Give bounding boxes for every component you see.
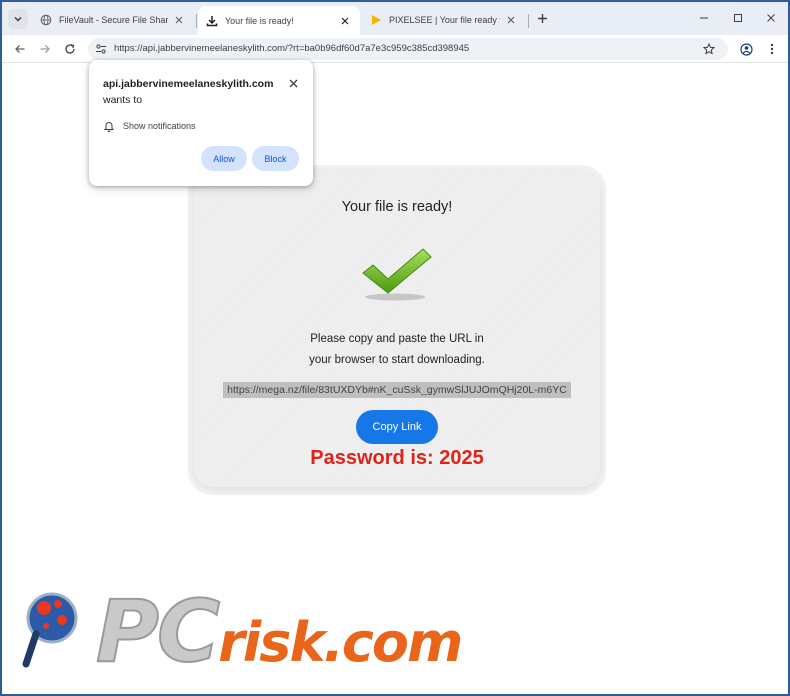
profile-button[interactable] xyxy=(738,41,754,57)
tab-divider xyxy=(528,14,529,28)
tab-your-file-ready[interactable]: Your file is ready! xyxy=(198,6,360,35)
instruction-line: Please copy and paste the URL in xyxy=(310,333,484,345)
address-bar[interactable]: https://api.jabbervinemeelaneskylith.com… xyxy=(88,38,728,60)
forward-button[interactable] xyxy=(37,41,53,57)
tab-close-icon[interactable] xyxy=(338,14,352,28)
tab-strip: FileVault - Secure File Sharing Your fil… xyxy=(2,2,788,35)
chevron-down-icon xyxy=(14,16,22,22)
reload-button[interactable] xyxy=(62,41,78,57)
arrow-right-icon xyxy=(40,45,50,53)
tab-divider xyxy=(196,14,197,28)
download-url-text[interactable]: https://mega.nz/file/83tUXDYb#nK_cuSsk_g… xyxy=(223,382,571,398)
menu-button[interactable] xyxy=(764,41,780,57)
close-icon xyxy=(767,14,775,22)
block-button[interactable]: Block xyxy=(252,146,299,171)
permission-host-name: api.jabbervinemeelaneskylith.com xyxy=(103,78,274,90)
minimize-icon xyxy=(700,17,708,19)
tab-close-icon[interactable] xyxy=(172,13,186,27)
tab-pixelsee[interactable]: PIXELSEE | Your file ready to dow xyxy=(362,7,526,33)
download-icon xyxy=(206,15,218,26)
bell-icon xyxy=(103,122,115,132)
permission-host: api.jabbervinemeelaneskylith.com wants t… xyxy=(103,76,283,108)
minimize-button[interactable] xyxy=(696,10,712,26)
instruction-line: your browser to start downloading. xyxy=(309,354,485,366)
star-icon xyxy=(703,43,715,55)
permission-request-label: Show notifications xyxy=(123,121,196,131)
popup-close-button[interactable] xyxy=(286,76,300,90)
tab-search-button[interactable] xyxy=(8,9,28,29)
globe-icon xyxy=(40,14,52,26)
magnifier-logo-icon xyxy=(22,592,78,668)
more-vert-icon xyxy=(770,43,774,55)
arrow-left-icon xyxy=(15,45,25,53)
permission-request-row: Show notifications xyxy=(103,120,196,132)
page-title: Your file is ready! xyxy=(341,199,453,215)
tune-icon xyxy=(96,44,106,54)
window-close-button[interactable] xyxy=(763,10,779,26)
maximize-icon xyxy=(734,14,742,22)
copy-link-button[interactable]: Copy Link xyxy=(356,410,438,444)
download-card: Your file is ready! Please copy and past… xyxy=(194,171,600,487)
allow-button[interactable]: Allow xyxy=(201,146,247,171)
tab-filevault[interactable]: FileVault - Secure File Sharing xyxy=(32,7,194,33)
checkmark-icon xyxy=(362,248,432,301)
notification-permission-popup: api.jabbervinemeelaneskylith.com wants t… xyxy=(89,60,313,186)
bookmark-button[interactable] xyxy=(702,42,716,56)
instructions: Please copy and paste the URL in your br… xyxy=(194,329,600,371)
back-button[interactable] xyxy=(12,41,28,57)
maximize-button[interactable] xyxy=(730,10,746,26)
reload-icon xyxy=(65,44,75,54)
watermark-risk: risk xyxy=(218,611,325,674)
new-tab-button[interactable] xyxy=(534,10,550,26)
plus-icon xyxy=(537,13,547,23)
watermark-pc: PC xyxy=(95,581,221,683)
play-icon xyxy=(372,15,381,25)
tab-close-icon[interactable] xyxy=(504,13,518,27)
permission-suffix: wants to xyxy=(103,94,143,106)
site-info-button[interactable] xyxy=(94,42,108,56)
close-icon xyxy=(289,79,297,87)
address-url[interactable]: https://api.jabbervinemeelaneskylith.com… xyxy=(114,43,469,54)
password-text: Password is: 2025 xyxy=(310,447,484,469)
browser-toolbar: https://api.jabbervinemeelaneskylith.com… xyxy=(2,35,788,63)
tab-title: PIXELSEE | Your file ready to dow xyxy=(389,15,500,25)
account-circle-icon xyxy=(739,42,753,56)
tab-title: Your file is ready! xyxy=(225,15,294,26)
watermark-com: .com xyxy=(323,611,463,674)
pcrisk-watermark: PCrisk.com xyxy=(95,581,463,683)
tab-title: FileVault - Secure File Sharing xyxy=(59,15,168,25)
